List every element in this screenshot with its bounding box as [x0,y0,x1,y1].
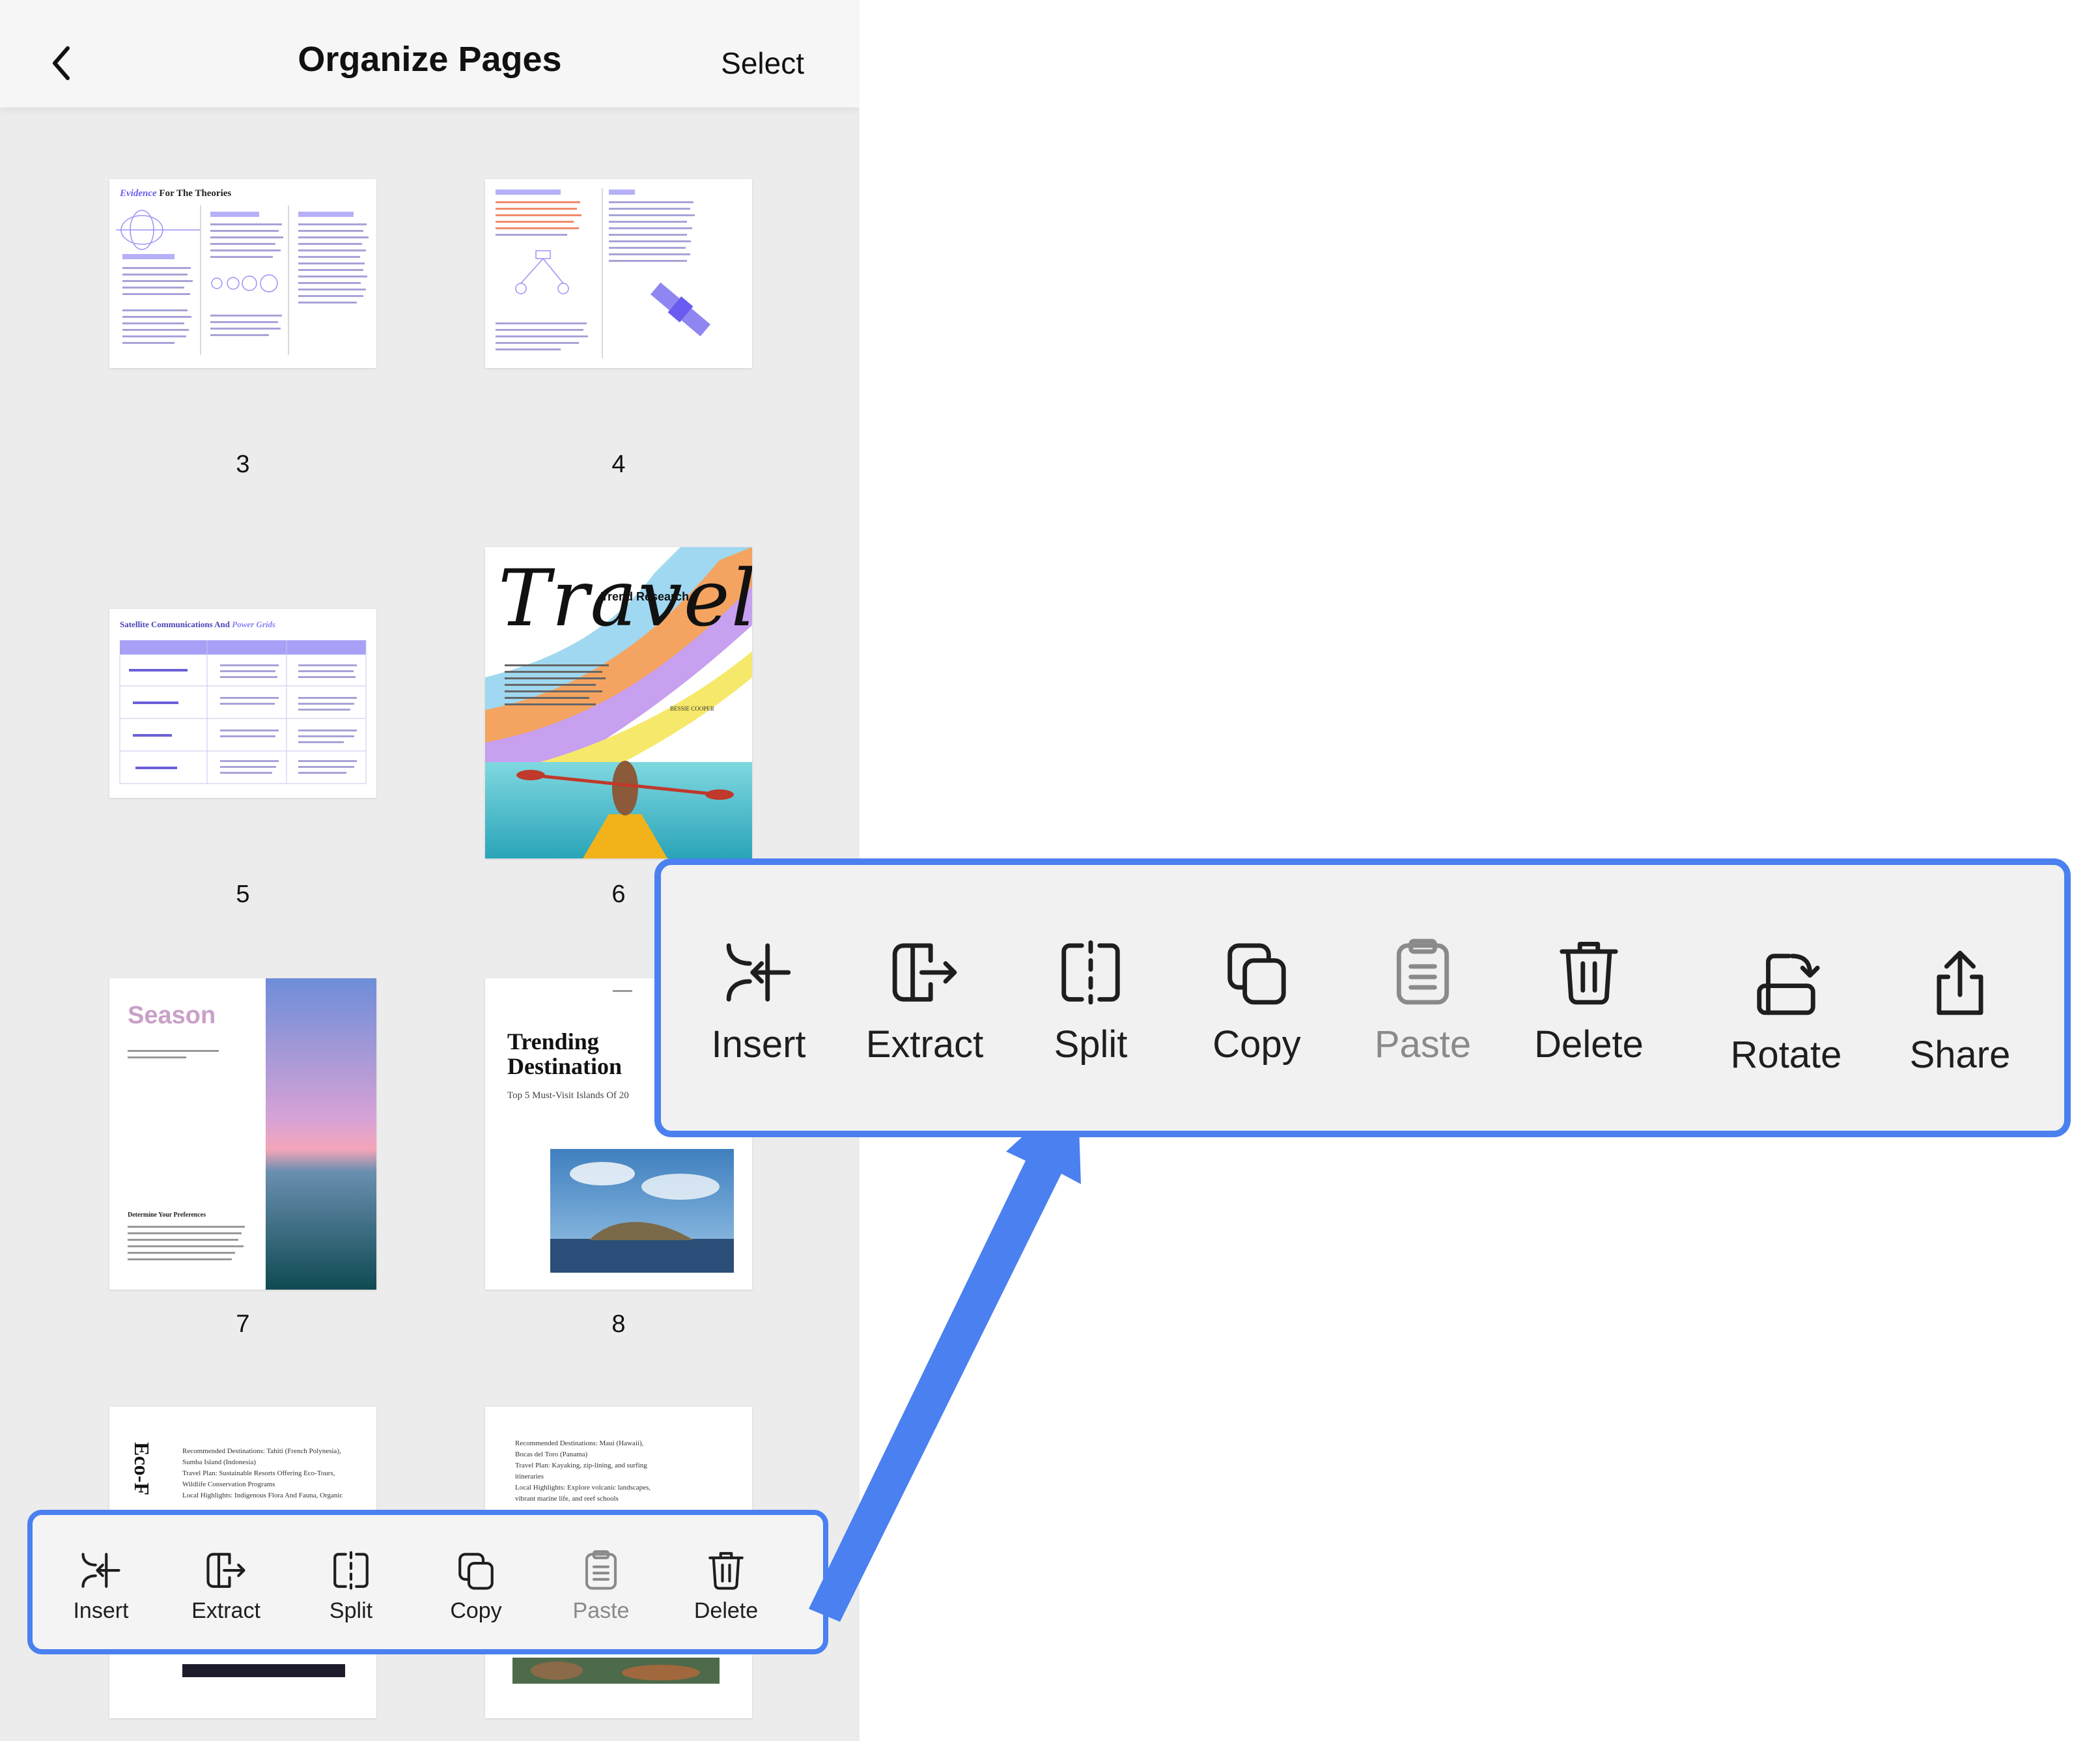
copy-icon [1221,937,1293,1008]
share-icon [1924,947,1996,1019]
extract-icon [889,937,960,1008]
split-button[interactable]: Split [1009,937,1172,1066]
extract-button[interactable]: Extract [843,937,1006,1066]
rotate-icon [1750,947,1822,1019]
delete-button[interactable]: Delete [1507,937,1670,1066]
insert-icon [723,937,794,1008]
paste-icon [1387,937,1459,1008]
delete-icon [1553,937,1625,1008]
insert-button[interactable]: Insert [677,937,840,1066]
share-button[interactable]: Share [1879,947,2041,1077]
zoomed-page-actions-toolbar: Insert Extract Split Copy Paste Delete R… [654,858,2071,1137]
rotate-button[interactable]: Rotate [1705,947,1868,1077]
copy-button[interactable]: Copy [1175,937,1338,1066]
split-icon [1055,937,1127,1008]
paste-button[interactable]: Paste [1341,937,1504,1066]
